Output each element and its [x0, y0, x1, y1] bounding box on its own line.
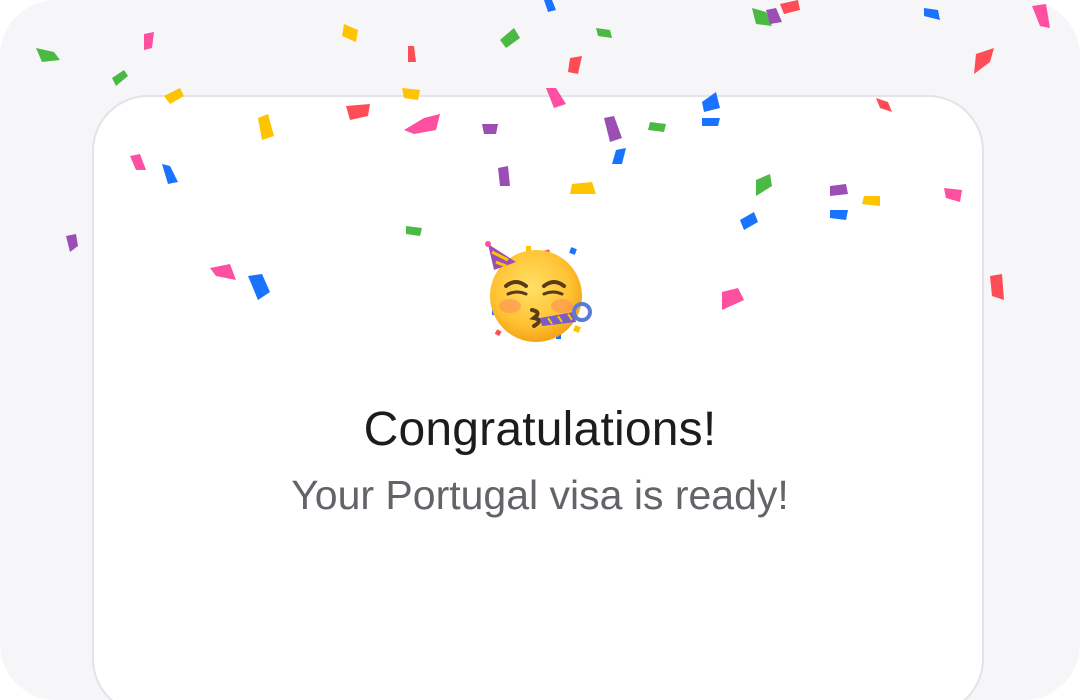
partying-face-icon	[478, 238, 598, 348]
screen-background	[0, 0, 1080, 700]
visa-ready-subtitle: Your Portugal visa is ready!	[291, 472, 789, 518]
success-card	[92, 95, 984, 700]
congratulations-title: Congratulations!	[363, 403, 717, 456]
